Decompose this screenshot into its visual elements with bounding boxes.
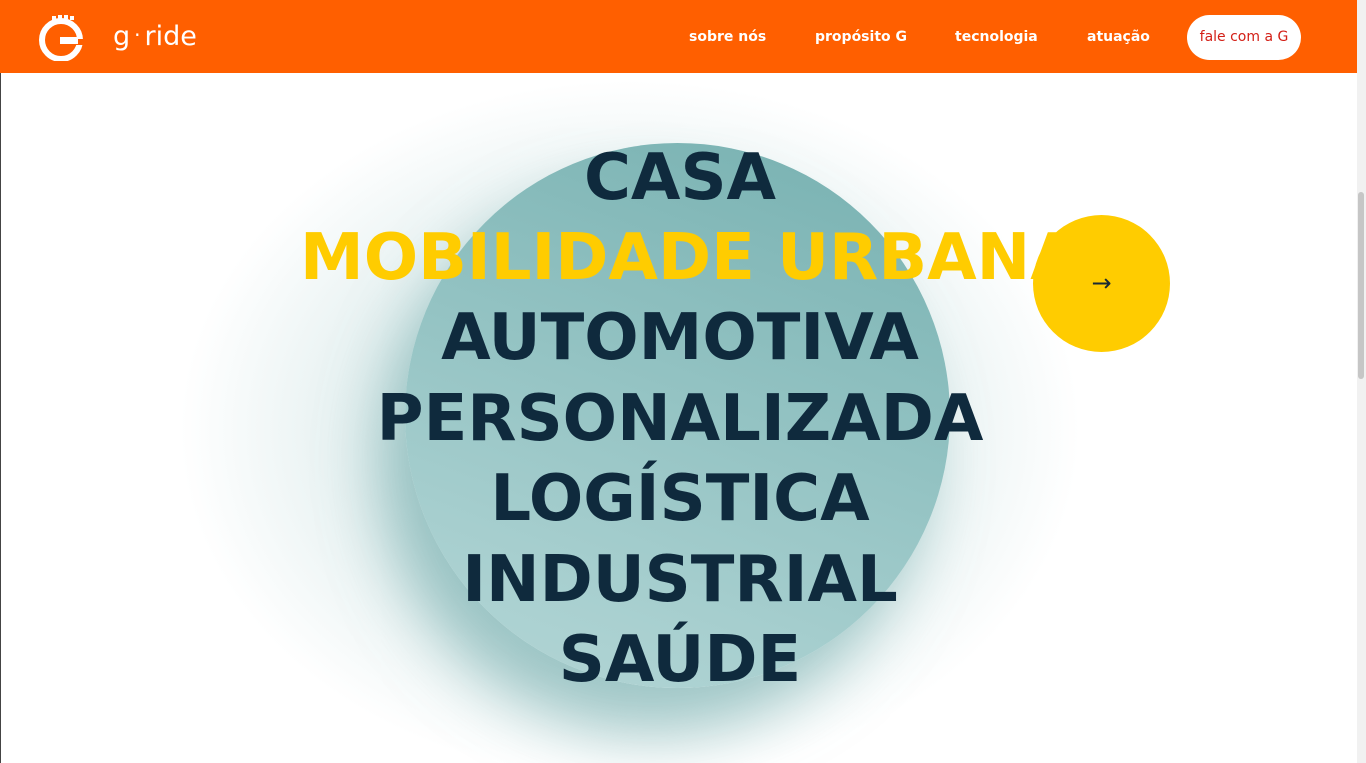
brand-letter: g	[113, 21, 131, 52]
nav-tecnologia[interactable]: tecnologia	[955, 28, 1038, 46]
scrollbar-thumb[interactable]	[1358, 192, 1364, 379]
next-button[interactable]: →	[1033, 215, 1170, 352]
window-edge	[0, 73, 1, 763]
page: g · ride sobre nós propósito G tecnologia …	[0, 0, 1366, 763]
hero-word-industrial[interactable]: INDUSTRIAL	[300, 540, 1060, 620]
brand-dot: ·	[134, 23, 141, 47]
hero-word-personalizada[interactable]: PERSONALIZADA	[300, 379, 1060, 459]
hero-word-saude[interactable]: SAÚDE	[300, 620, 1060, 700]
nav-atuacao[interactable]: atuação	[1087, 28, 1150, 46]
scrollbar-track[interactable]	[1357, 0, 1366, 763]
g-ride-logo-icon[interactable]	[38, 15, 84, 61]
site-header: g · ride sobre nós propósito G tecnologia …	[0, 0, 1357, 73]
brand-rest: ride	[144, 21, 197, 52]
hero-word-mobilidade-urbana[interactable]: MOBILIDADE URBANA	[300, 218, 1080, 298]
brand-wordmark[interactable]: g · ride	[113, 15, 197, 55]
hero-word-automotiva[interactable]: AUTOMOTIVA	[300, 298, 1060, 378]
hero-word-logistica[interactable]: LOGÍSTICA	[300, 459, 1060, 539]
nav-sobre-nos[interactable]: sobre nós	[689, 28, 766, 46]
hero-word-casa[interactable]: CASA	[300, 138, 1060, 218]
arrow-right-icon: →	[1091, 269, 1112, 297]
nav-proposito-g[interactable]: propósito G	[815, 28, 907, 46]
contact-button[interactable]: fale com a G	[1187, 15, 1301, 60]
